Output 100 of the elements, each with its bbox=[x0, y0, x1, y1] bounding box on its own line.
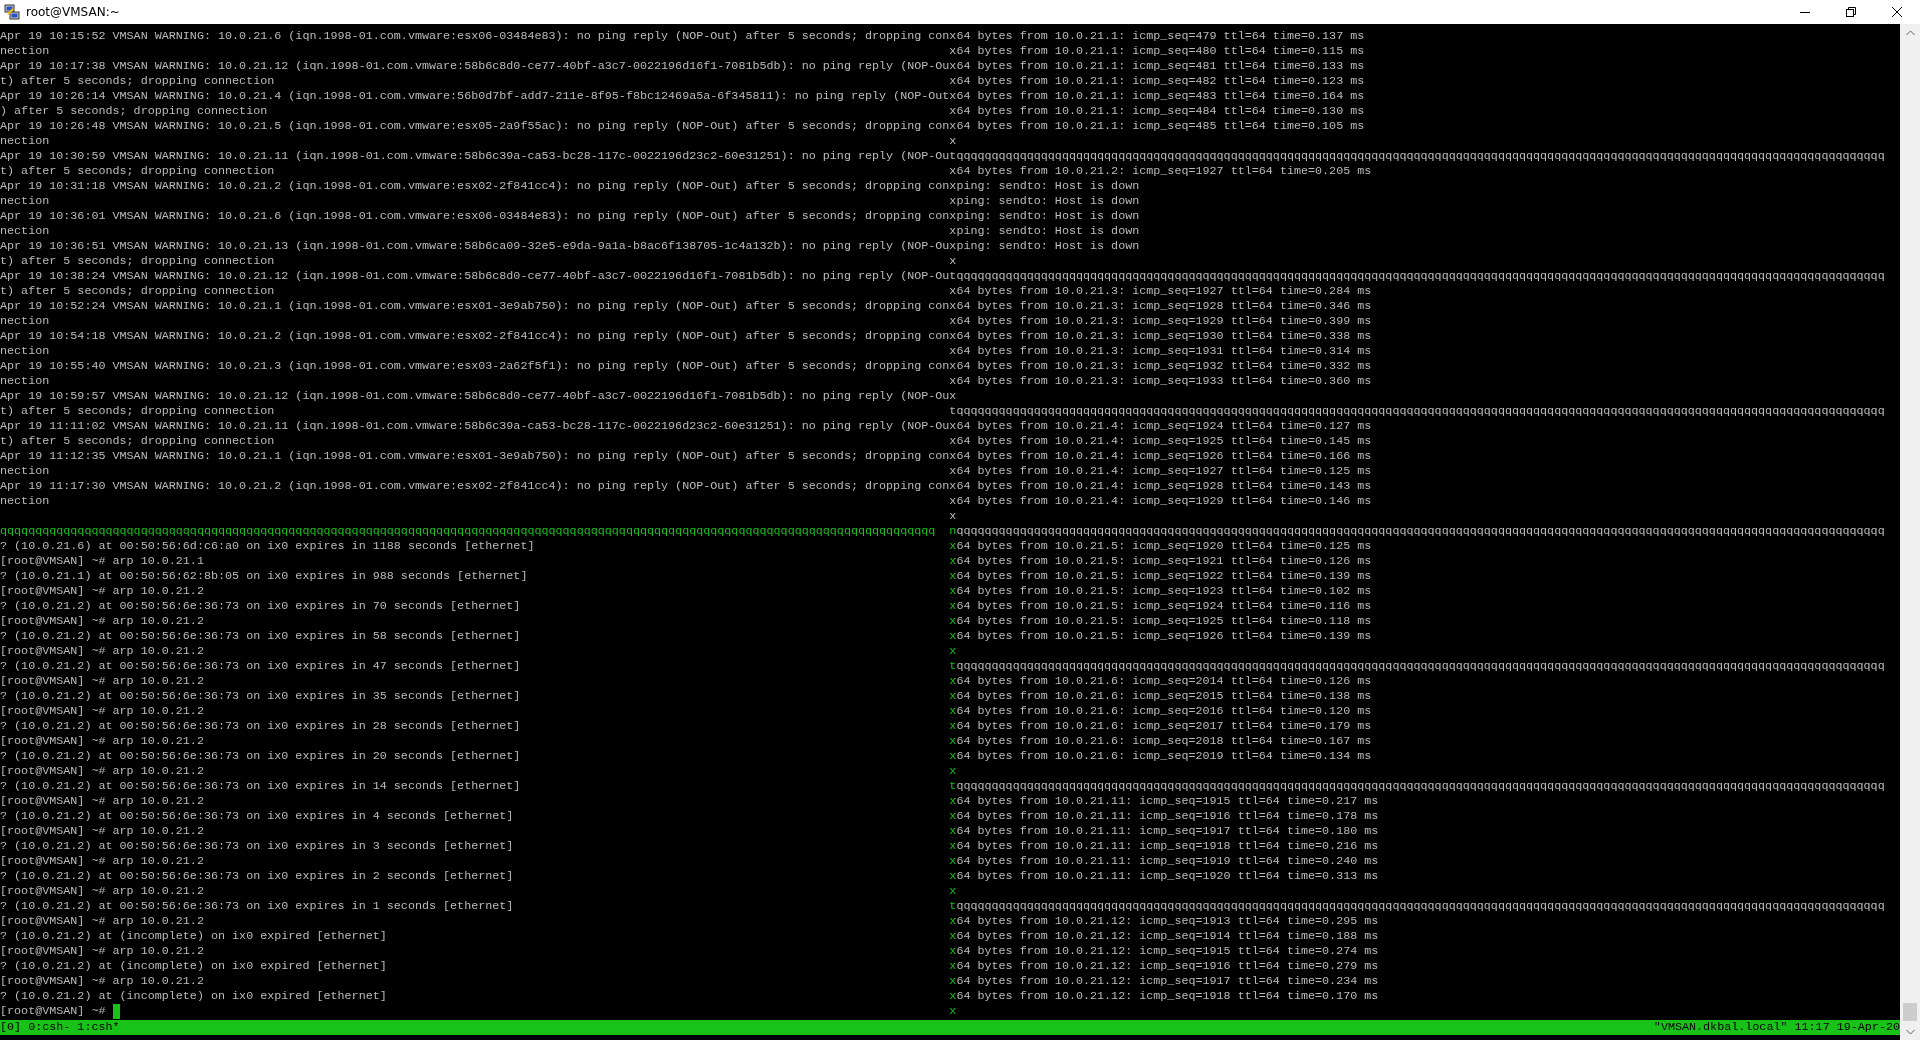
terminal-line: 64 bytes from 10.0.21.5: icmp_seq=1925 ttl=64 time=0.118 ms bbox=[956, 614, 1372, 629]
terminal-line: t) after 5 seconds; dropping connection bbox=[0, 434, 275, 449]
pane-border: x bbox=[949, 914, 957, 929]
pane-border: x bbox=[949, 164, 957, 179]
pane-border: x bbox=[949, 449, 957, 464]
pane-border: x bbox=[949, 824, 957, 839]
pane-border: x bbox=[949, 794, 957, 809]
terminal-line: ? (10.0.21.2) at 00:50:56:6e:36:73 on ix0 expires in 14 seconds [ethernet] bbox=[0, 779, 521, 794]
terminal-line: qqqqqqqqqqqqqqqqqqqqqqqqqqqqqqqqqqqqqqqqqqqqqqqqqqqqqqqqqqqqqqqqqqqqqqqqqqqqqqqqqqqqqqqqqqqqqqqqqqqqqqqqqqqqqqqqqqqqqqqqqqqqqqqqqqqq bbox=[956, 149, 1885, 164]
pane-border: x bbox=[949, 554, 957, 569]
pane-border: qqqqqqqqqqqqqqqqqqqqqqqqqqqqqqqqqqqqqqqqqqqqqqqqqqqqqqqqqqqqqqqqqqqqqqqqqqqqqqqqqqqqqqqqqqqqqqqqqqqqqqqqqqqqqqqqqqqqqqqqqqqqqqqqqqqqq bbox=[0, 524, 936, 539]
terminal-line: ? (10.0.21.2) at (incomplete) on ix0 expired [ethernet] bbox=[0, 959, 387, 974]
pane-border: x bbox=[949, 974, 957, 989]
pane-border: x bbox=[949, 74, 957, 89]
pane-border: x bbox=[949, 434, 957, 449]
terminal-line: [root@VMSAN] ~# arp 10.0.21.1 bbox=[0, 554, 204, 569]
terminal-line: ? (10.0.21.2) at 00:50:56:6e:36:73 on ix0 expires in 58 seconds [ethernet] bbox=[0, 629, 521, 644]
terminal-line: Apr 19 10:26:48 VMSAN WARNING: 10.0.21.5 (iqn.1998-01.com.vmware:esx05-2a9f55ac): no ping reply (NOP-Out) after 5 seconds; dropping con bbox=[0, 119, 950, 134]
terminal-line: [root@VMSAN] ~# arp 10.0.21.2 bbox=[0, 974, 204, 989]
pane-border: x bbox=[949, 239, 957, 254]
terminal-line: 64 bytes from 10.0.21.1: icmp_seq=479 ttl=64 time=0.137 ms bbox=[956, 29, 1365, 44]
close-icon bbox=[1892, 7, 1902, 17]
terminal-line: qqqqqqqqqqqqqqqqqqqqqqqqqqqqqqqqqqqqqqqqqqqqqqqqqqqqqqqqqqqqqqqqqqqqqqqqqqqqqqqqqqqqqqqqqqqqqqqqqqqqqqqqqqqqqqqqqqqqqqqqqqqqqqqqqqqq bbox=[956, 659, 1885, 674]
terminal-line: 64 bytes from 10.0.21.6: icmp_seq=2019 ttl=64 time=0.134 ms bbox=[956, 749, 1372, 764]
terminal-line: 64 bytes from 10.0.21.6: icmp_seq=2014 ttl=64 time=0.126 ms bbox=[956, 674, 1372, 689]
terminal-line: 64 bytes from 10.0.21.12: icmp_seq=1917 ttl=64 time=0.234 ms bbox=[956, 974, 1379, 989]
terminal-line: Apr 19 10:38:24 VMSAN WARNING: 10.0.21.12 (iqn.1998-01.com.vmware:58b6c8d0-ce77-40bf-a3c7-0022196d16f1-7081b5db): no ping reply (NOP-Ou bbox=[0, 269, 950, 284]
pane-border: x bbox=[949, 809, 957, 824]
terminal-line: [root@VMSAN] ~# arp 10.0.21.2 bbox=[0, 944, 204, 959]
terminal-line: 64 bytes from 10.0.21.3: icmp_seq=1929 ttl=64 time=0.399 ms bbox=[956, 314, 1372, 329]
pane-border: x bbox=[949, 599, 957, 614]
terminal-line: Apr 19 10:36:51 VMSAN WARNING: 10.0.21.13 (iqn.1998-01.com.vmware:58b6ca09-32e5-e9da-9a1a-b8ac6f138705-1c4a132b): no ping reply (NOP-Ou bbox=[0, 239, 950, 254]
terminal-line: Apr 19 10:55:40 VMSAN WARNING: 10.0.21.3 (iqn.1998-01.com.vmware:esx03-2a62f5f1): no ping reply (NOP-Out) after 5 seconds; dropping con bbox=[0, 359, 950, 374]
terminal-line: Apr 19 10:36:01 VMSAN WARNING: 10.0.21.6 (iqn.1998-01.com.vmware:esx06-03484e83): no ping reply (NOP-Out) after 5 seconds; dropping con bbox=[0, 209, 950, 224]
window-list: [0] 0:csh- 1:csh* bbox=[0, 1020, 120, 1035]
terminal-line: Apr 19 11:11:02 VMSAN WARNING: 10.0.21.11 (iqn.1998-01.com.vmware:58b6c39a-ca53-bc28-117c-0022196d23c2-60e31251): no ping reply (NOP-Ou bbox=[0, 419, 950, 434]
terminal-line: [root@VMSAN] ~# arp 10.0.21.2 bbox=[0, 914, 204, 929]
terminal-line: 64 bytes from 10.0.21.3: icmp_seq=1927 ttl=64 time=0.284 ms bbox=[956, 284, 1372, 299]
pane-border: x bbox=[949, 854, 957, 869]
terminal-line: 64 bytes from 10.0.21.4: icmp_seq=1928 ttl=64 time=0.143 ms bbox=[956, 479, 1372, 494]
pane-border: x bbox=[949, 419, 957, 434]
terminal-line: 64 bytes from 10.0.21.6: icmp_seq=2015 ttl=64 time=0.138 ms bbox=[956, 689, 1372, 704]
terminal-line: Apr 19 10:15:52 VMSAN WARNING: 10.0.21.6 (iqn.1998-01.com.vmware:esx06-03484e83): no ping reply (NOP-Out) after 5 seconds; dropping con bbox=[0, 29, 950, 44]
pane-border: x bbox=[949, 299, 957, 314]
terminal-line: 64 bytes from 10.0.21.1: icmp_seq=483 ttl=64 time=0.164 ms bbox=[956, 89, 1365, 104]
terminal-line: Apr 19 10:54:18 VMSAN WARNING: 10.0.21.2 (iqn.1998-01.com.vmware:esx02-2f841cc4): no ping reply (NOP-Out) after 5 seconds; dropping con bbox=[0, 329, 950, 344]
pane-border: t bbox=[949, 404, 957, 419]
pane-border: x bbox=[949, 134, 957, 149]
pane-border: t bbox=[949, 269, 957, 284]
terminal-line: ? (10.0.21.2) at 00:50:56:6e:36:73 on ix0 expires in 35 seconds [ethernet] bbox=[0, 689, 521, 704]
terminal-line: Apr 19 10:52:24 VMSAN WARNING: 10.0.21.1 (iqn.1998-01.com.vmware:esx01-3e9ab750): no ping reply (NOP-Out) after 5 seconds; dropping con bbox=[0, 299, 950, 314]
pane-border: x bbox=[949, 284, 957, 299]
pane-border: x bbox=[949, 629, 957, 644]
terminal-line: 64 bytes from 10.0.21.6: icmp_seq=2016 ttl=64 time=0.120 ms bbox=[956, 704, 1372, 719]
terminal-line: 64 bytes from 10.0.21.5: icmp_seq=1921 ttl=64 time=0.126 ms bbox=[956, 554, 1372, 569]
terminal-line: qqqqqqqqqqqqqqqqqqqqqqqqqqqqqqqqqqqqqqqqqqqqqqqqqqqqqqqqqqqqqqqqqqqqqqqqqqqqqqqqqqqqqqqqqqqqqqqqqqqqqqqqqqqqqqqqqqqqqqqqqqqqqqqqqqqq bbox=[956, 269, 1885, 284]
terminal-line: nection bbox=[0, 374, 50, 389]
terminal-line: ? (10.0.21.2) at (incomplete) on ix0 expired [ethernet] bbox=[0, 929, 387, 944]
scrollbar[interactable] bbox=[1900, 24, 1920, 1040]
terminal-line: nection bbox=[0, 44, 50, 59]
pane-border: x bbox=[949, 329, 957, 344]
terminal-line: ping: sendto: Host is down bbox=[956, 209, 1140, 224]
pane-border: x bbox=[949, 734, 957, 749]
terminal-line: qqqqqqqqqqqqqqqqqqqqqqqqqqqqqqqqqqqqqqqqqqqqqqqqqqqqqqqqqqqqqqqqqqqqqqqqqqqqqqqqqqqqqqqqqqqqqqqqqqqqqqqqqqqqqqqqqqqqqqqqqqqqqqqqqqqq bbox=[956, 899, 1885, 914]
terminal-line: 64 bytes from 10.0.21.6: icmp_seq=2018 ttl=64 time=0.167 ms bbox=[956, 734, 1372, 749]
terminal-line: [root@VMSAN] ~# arp 10.0.21.2 bbox=[0, 764, 204, 779]
terminal-line: ? (10.0.21.2) at 00:50:56:6e:36:73 on ix0 expires in 4 seconds [ethernet] bbox=[0, 809, 514, 824]
pane-border: x bbox=[949, 29, 957, 44]
terminal-line: [root@VMSAN] ~# arp 10.0.21.2 bbox=[0, 644, 204, 659]
chevron-up-icon bbox=[1905, 29, 1915, 36]
terminal-line: ) after 5 seconds; dropping connection bbox=[0, 104, 268, 119]
pane-border: t bbox=[949, 899, 957, 914]
terminal-line: t) after 5 seconds; dropping connection bbox=[0, 74, 275, 89]
terminal-line: 64 bytes from 10.0.21.12: icmp_seq=1914 ttl=64 time=0.188 ms bbox=[956, 929, 1379, 944]
pane-border: x bbox=[949, 839, 957, 854]
pane-border: x bbox=[949, 569, 957, 584]
terminal-line: ? (10.0.21.2) at (incomplete) on ix0 expired [ethernet] bbox=[0, 989, 387, 1004]
scrollbar-thumb[interactable] bbox=[1903, 1003, 1917, 1021]
terminal-line: t) after 5 seconds; dropping connection bbox=[0, 284, 275, 299]
pane-border: x bbox=[949, 224, 957, 239]
terminal-line: Apr 19 10:17:38 VMSAN WARNING: 10.0.21.12 (iqn.1998-01.com.vmware:58b6c8d0-ce77-40bf-a3c7-0022196d16f1-7081b5db): no ping reply (NOP-Ou bbox=[0, 59, 950, 74]
terminal-line: 64 bytes from 10.0.21.5: icmp_seq=1922 ttl=64 time=0.139 ms bbox=[956, 569, 1372, 584]
terminal-line: 64 bytes from 10.0.21.3: icmp_seq=1928 ttl=64 time=0.346 ms bbox=[956, 299, 1372, 314]
terminal-line: 64 bytes from 10.0.21.1: icmp_seq=485 ttl=64 time=0.105 ms bbox=[956, 119, 1365, 134]
terminal-line: 64 bytes from 10.0.21.3: icmp_seq=1932 ttl=64 time=0.332 ms bbox=[956, 359, 1372, 374]
terminal-line: ? (10.0.21.2) at 00:50:56:6e:36:73 on ix0 expires in 20 seconds [ethernet] bbox=[0, 749, 521, 764]
pane-border: x bbox=[949, 719, 957, 734]
terminal-line: [root@VMSAN] ~# bbox=[0, 1004, 106, 1019]
terminal-line: 64 bytes from 10.0.21.12: icmp_seq=1913 ttl=64 time=0.295 ms bbox=[956, 914, 1379, 929]
terminal-line: nection bbox=[0, 494, 50, 509]
terminal-line: ping: sendto: Host is down bbox=[956, 224, 1140, 239]
terminal-line: ? (10.0.21.1) at 00:50:56:62:8b:05 on ix0 expires in 988 seconds [ethernet] bbox=[0, 569, 528, 584]
terminal-line: 64 bytes from 10.0.21.11: icmp_seq=1915 ttl=64 time=0.217 ms bbox=[956, 794, 1379, 809]
pane-border: x bbox=[949, 344, 957, 359]
terminal-line: ? (10.0.21.6) at 00:50:56:6d:c6:a0 on ix0 expires in 1188 seconds [ethernet] bbox=[0, 539, 535, 554]
pane-border: x bbox=[949, 674, 957, 689]
terminal-line: 64 bytes from 10.0.21.3: icmp_seq=1930 ttl=64 time=0.338 ms bbox=[956, 329, 1372, 344]
chevron-down-icon bbox=[1905, 1028, 1915, 1035]
terminal-line: t) after 5 seconds; dropping connection bbox=[0, 404, 275, 419]
pane-border: x bbox=[949, 209, 957, 224]
